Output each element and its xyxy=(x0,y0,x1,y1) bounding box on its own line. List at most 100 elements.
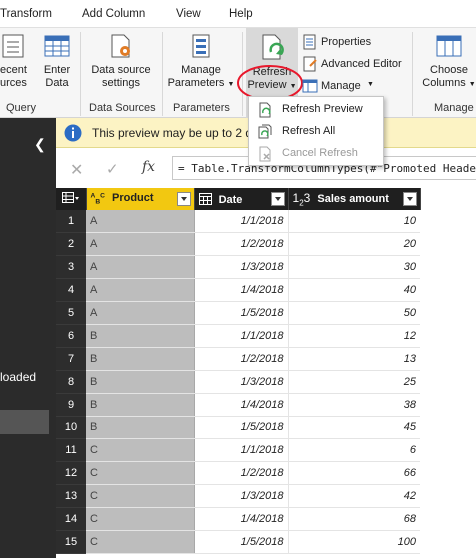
cell-date[interactable]: 1/5/2018 xyxy=(194,416,289,440)
cell-product[interactable]: B xyxy=(86,416,195,440)
cell-date[interactable]: 1/4/2018 xyxy=(194,507,289,531)
selected-query-item[interactable] xyxy=(0,410,49,434)
table-row[interactable]: 5 A 1/5/2018 50 xyxy=(56,301,420,325)
manage-button[interactable]: Manage ▼ xyxy=(300,78,410,96)
cell-date[interactable]: 1/5/2018 xyxy=(194,530,289,554)
cell-product[interactable]: C xyxy=(86,461,195,486)
row-number[interactable]: 14 xyxy=(56,507,86,531)
column-header-date[interactable]: Date xyxy=(194,188,289,210)
row-number[interactable]: 15 xyxy=(56,530,86,554)
cell-product[interactable]: A xyxy=(86,210,195,234)
cell-date[interactable]: 1/4/2018 xyxy=(194,278,289,303)
cell-sales-amount[interactable]: 68 xyxy=(288,507,420,531)
row-number[interactable]: 10 xyxy=(56,416,86,440)
cell-product[interactable]: C xyxy=(86,484,195,509)
cell-product[interactable]: C xyxy=(86,530,195,554)
column-header-product[interactable]: ABC Product xyxy=(86,188,195,210)
function-fx-icon[interactable]: fx xyxy=(142,159,155,175)
cell-sales-amount[interactable]: 66 xyxy=(288,461,420,486)
cell-sales-amount[interactable]: 25 xyxy=(288,370,420,394)
cell-product[interactable]: C xyxy=(86,438,195,463)
row-number[interactable]: 12 xyxy=(56,461,86,486)
cell-date[interactable]: 1/1/2018 xyxy=(194,210,289,234)
table-row[interactable]: 13 C 1/3/2018 42 xyxy=(56,484,420,509)
cancel-x-icon[interactable]: ✕ xyxy=(70,160,83,180)
cell-sales-amount[interactable]: 40 xyxy=(288,278,420,303)
cell-sales-amount[interactable]: 30 xyxy=(288,255,420,280)
cell-product[interactable]: A xyxy=(86,301,195,325)
column-filter-dropdown-icon[interactable] xyxy=(270,192,285,206)
column-header-sales-amount[interactable]: 123 Sales amount xyxy=(288,188,421,210)
advanced-editor-button[interactable]: Advanced Editor xyxy=(300,56,410,74)
choose-columns-button[interactable]: Choose Columns ▼ xyxy=(418,32,476,91)
row-number[interactable]: 1 xyxy=(56,210,86,234)
table-row[interactable]: 4 A 1/4/2018 40 xyxy=(56,278,420,303)
cell-product[interactable]: B xyxy=(86,393,195,417)
cell-sales-amount[interactable]: 13 xyxy=(288,347,420,371)
cell-date[interactable]: 1/1/2018 xyxy=(194,324,289,348)
cell-date[interactable]: 1/3/2018 xyxy=(194,255,289,280)
menu-add-column[interactable]: Add Column xyxy=(82,8,145,20)
menu-item-refresh-preview[interactable]: Refresh Preview xyxy=(249,99,383,121)
table-row[interactable]: 7 B 1/2/2018 13 xyxy=(56,347,420,371)
row-number[interactable]: 6 xyxy=(56,324,86,348)
cell-product[interactable]: B xyxy=(86,324,195,348)
commit-check-icon[interactable]: ✓ xyxy=(106,160,119,178)
data-source-settings-button[interactable]: Data source settings xyxy=(86,32,156,90)
table-row[interactable]: 10 B 1/5/2018 45 xyxy=(56,416,420,440)
table-row[interactable]: 11 C 1/1/2018 6 xyxy=(56,438,420,463)
recent-sources-button[interactable]: ecent urces xyxy=(0,32,36,90)
cell-date[interactable]: 1/2/2018 xyxy=(194,347,289,371)
cell-sales-amount[interactable]: 42 xyxy=(288,484,420,509)
cell-date[interactable]: 1/3/2018 xyxy=(194,484,289,509)
row-number[interactable]: 9 xyxy=(56,393,86,417)
cell-sales-amount[interactable]: 6 xyxy=(288,438,420,463)
row-number[interactable]: 5 xyxy=(56,301,86,325)
row-number[interactable]: 13 xyxy=(56,484,86,509)
table-row[interactable]: 2 A 1/2/2018 20 xyxy=(56,232,420,257)
table-row[interactable]: 1 A 1/1/2018 10 xyxy=(56,210,420,234)
cell-date[interactable]: 1/4/2018 xyxy=(194,393,289,417)
table-row[interactable]: 3 A 1/3/2018 30 xyxy=(56,255,420,280)
cell-sales-amount[interactable]: 50 xyxy=(288,301,420,325)
cell-product[interactable]: B xyxy=(86,370,195,394)
table-row[interactable]: 15 C 1/5/2018 100 xyxy=(56,530,420,554)
table-row[interactable]: 12 C 1/2/2018 66 xyxy=(56,461,420,486)
cell-date[interactable]: 1/3/2018 xyxy=(194,370,289,394)
properties-button[interactable]: Properties xyxy=(300,34,410,52)
cell-sales-amount[interactable]: 12 xyxy=(288,324,420,348)
enter-data-button[interactable]: Enter Data xyxy=(40,32,74,90)
table-row[interactable]: 8 B 1/3/2018 25 xyxy=(56,370,420,394)
manage-parameters-button[interactable]: Manage Parameters ▼ xyxy=(166,32,236,91)
row-number[interactable]: 11 xyxy=(56,438,86,463)
table-row[interactable]: 6 B 1/1/2018 12 xyxy=(56,324,420,348)
cell-sales-amount[interactable]: 100 xyxy=(288,530,420,554)
menu-item-refresh-all[interactable]: Refresh All xyxy=(249,121,383,143)
cell-product[interactable]: A xyxy=(86,232,195,257)
table-menu-corner[interactable] xyxy=(56,188,87,210)
table-row[interactable]: 14 C 1/4/2018 68 xyxy=(56,507,420,531)
cell-product[interactable]: A xyxy=(86,278,195,303)
collapse-chevron-left-icon[interactable]: ❮ xyxy=(34,136,46,153)
cell-sales-amount[interactable]: 20 xyxy=(288,232,420,257)
row-number[interactable]: 3 xyxy=(56,255,86,280)
menu-transform[interactable]: Transform xyxy=(0,8,52,20)
cell-date[interactable]: 1/2/2018 xyxy=(194,461,289,486)
cell-sales-amount[interactable]: 45 xyxy=(288,416,420,440)
row-number[interactable]: 2 xyxy=(56,232,86,257)
column-filter-dropdown-icon[interactable] xyxy=(402,192,417,206)
cell-sales-amount[interactable]: 10 xyxy=(288,210,420,234)
cell-date[interactable]: 1/5/2018 xyxy=(194,301,289,325)
cell-date[interactable]: 1/2/2018 xyxy=(194,232,289,257)
menu-help[interactable]: Help xyxy=(229,8,253,20)
menu-view[interactable]: View xyxy=(176,8,201,20)
row-number[interactable]: 8 xyxy=(56,370,86,394)
row-number[interactable]: 7 xyxy=(56,347,86,371)
cell-product[interactable]: A xyxy=(86,255,195,280)
cell-product[interactable]: C xyxy=(86,507,195,531)
cell-date[interactable]: 1/1/2018 xyxy=(194,438,289,463)
cell-sales-amount[interactable]: 38 xyxy=(288,393,420,417)
column-filter-dropdown-icon[interactable] xyxy=(176,192,191,206)
cell-product[interactable]: B xyxy=(86,347,195,371)
row-number[interactable]: 4 xyxy=(56,278,86,303)
